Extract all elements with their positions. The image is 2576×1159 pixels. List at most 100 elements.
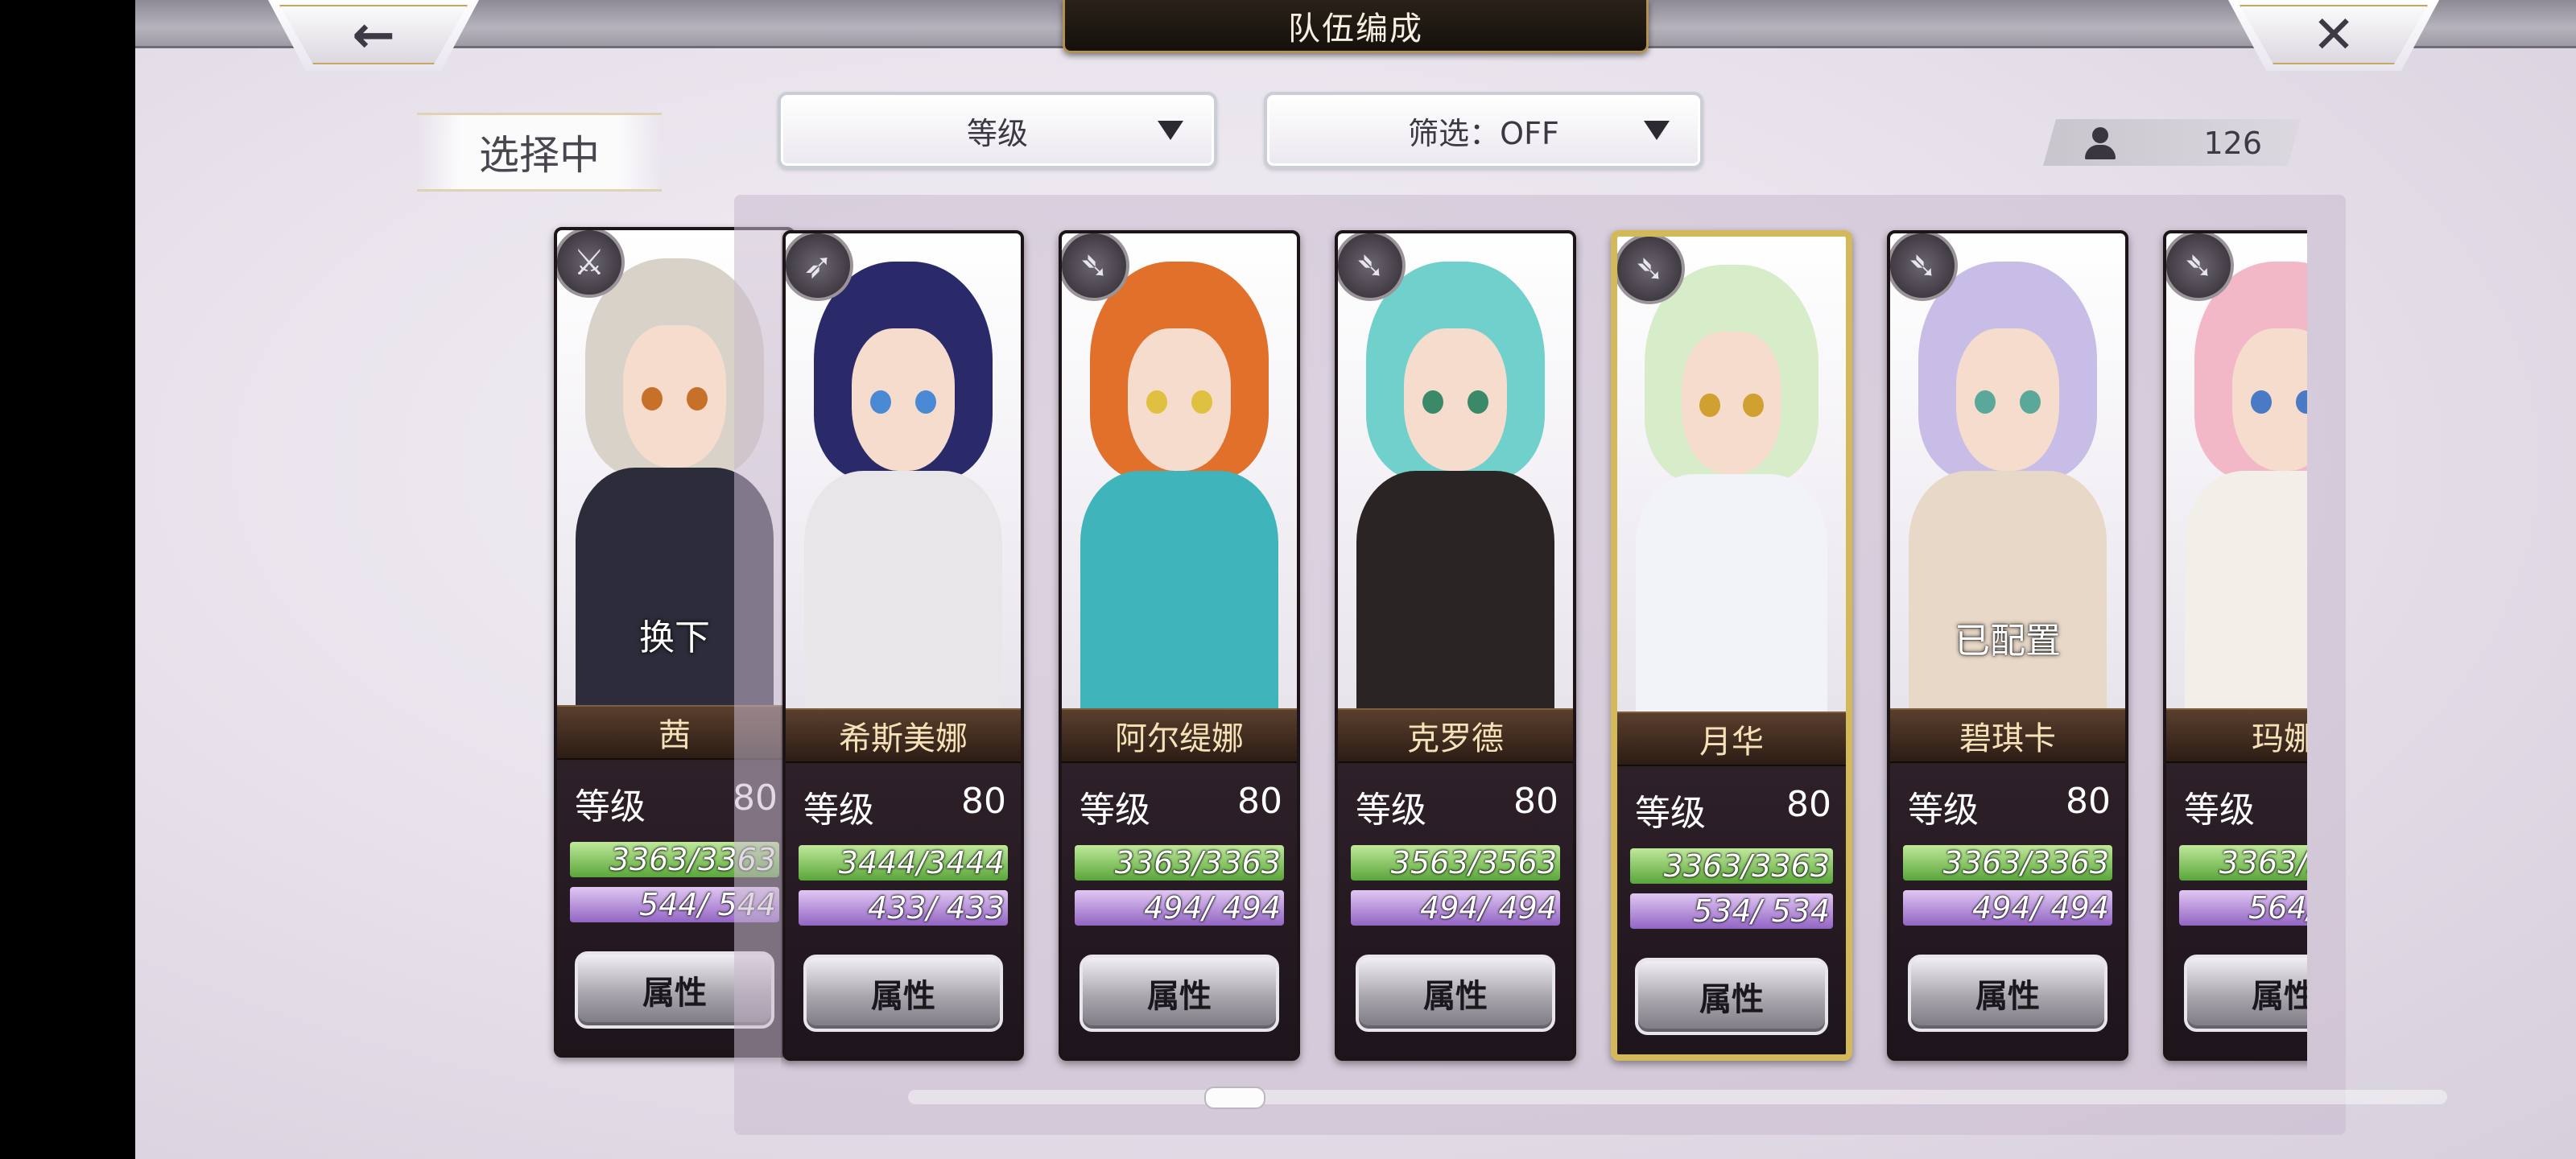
portrait-body (2185, 471, 2307, 708)
unit-card[interactable]: ➴ 玛娜等级80 3363/3363 564/ 564 属性 (2163, 230, 2307, 1061)
unit-card[interactable]: ➴ 克罗德 等级 80 3563/3563 494/ 494 属性 (1335, 230, 1576, 1061)
level-value: 80 (961, 781, 1006, 822)
bow-class-icon: ➴ (2166, 233, 2234, 301)
hp-bar: 3444/3444 (799, 845, 1008, 881)
character-portrait (1338, 233, 1573, 708)
attribute-button[interactable]: 属性 (803, 955, 1003, 1032)
attribute-button[interactable]: 属性 (1908, 955, 2107, 1032)
unit-name: 阿尔缇娜 (1062, 708, 1297, 763)
level-value: 80 (1513, 781, 1558, 822)
attribute-button[interactable]: 属性 (1080, 955, 1279, 1032)
unit-stats: 等级 80 3363/3363 534/ 534 属性 (1617, 768, 1846, 1054)
portrait-eye (686, 386, 708, 411)
hp-bar: 3363/3363 (2179, 845, 2307, 881)
level-label: 等级 (575, 786, 646, 827)
level-label: 等级 (2184, 790, 2255, 831)
team-formation-screen: ← ✕ 队伍编成 选择中 等级 筛选：OFF 126 ⚔换下茜等级803363/… (135, 0, 2576, 1159)
portrait-face (1955, 328, 2060, 471)
portrait-eye (1467, 390, 1488, 415)
portrait-face (1403, 328, 1508, 471)
attribute-button[interactable]: 属性 (1356, 955, 1555, 1032)
level-label: 等级 (803, 790, 874, 831)
filter-dropdown-label: 筛选：OFF (1408, 115, 1559, 151)
bow-class-icon: ➴ (1338, 233, 1406, 301)
level-value: 80 (2066, 781, 2111, 822)
mp-bar: 564/ 564 (2179, 890, 2307, 926)
level-value: 80 (1786, 784, 1831, 825)
level-row: 等级80 (2184, 781, 2307, 831)
hp-bar: 3363/3363 (1075, 845, 1284, 881)
chevron-down-icon (1644, 121, 1670, 140)
portrait-eye (2019, 390, 2041, 415)
unit-name: 碧琪卡 (1890, 708, 2125, 763)
unit-count-badge: 126 (2043, 119, 2301, 166)
portrait-face (1681, 332, 1782, 474)
character-portrait (1617, 237, 1846, 711)
level-label: 等级 (1356, 790, 1426, 831)
scrollbar-thumb[interactable] (1204, 1087, 1265, 1109)
character-portrait (786, 233, 1021, 708)
level-row: 等级 80 (1908, 781, 2111, 831)
sword-class-icon: ⚔ (557, 230, 625, 298)
portrait-eye (914, 390, 936, 415)
portrait-body (1356, 471, 1554, 708)
portrait-body (1635, 474, 1828, 711)
unit-card[interactable]: ➴ 阿尔缇娜 等级 80 3363/3363 494/ 494 属性 (1059, 230, 1300, 1061)
level-row: 等级 80 (1635, 784, 1831, 834)
mp-bar: 534/ 534 (1630, 893, 1833, 929)
portrait-face (1127, 328, 1232, 471)
unit-name: 克罗德 (1338, 708, 1573, 763)
hp-bar: 3363/3363 (1903, 845, 2112, 881)
page-title: 队伍编成 (1063, 0, 1649, 53)
person-icon (2085, 127, 2116, 159)
portrait-eye (1699, 393, 1720, 418)
back-arrow-icon: ← (352, 6, 395, 65)
scrollbar-track[interactable] (908, 1090, 2447, 1104)
unit-card[interactable]: ➴ 月华等级 80 3363/3363 534/ 534 属性 (1611, 230, 1852, 1061)
sort-dropdown-label: 等级 (966, 115, 1028, 151)
level-label: 等级 (1908, 790, 1979, 831)
level-row: 等级 80 (1356, 781, 1558, 831)
attribute-button[interactable]: 属性 (1635, 958, 1828, 1035)
unit-name: 玛娜 (2166, 708, 2307, 763)
close-icon: ✕ (2312, 6, 2355, 65)
unit-name: 希斯美娜 (786, 708, 1021, 763)
unit-card[interactable]: ➴ 已配置碧琪卡等级 80 3363/3363 494/ 494 属性 (1887, 230, 2128, 1061)
back-button[interactable]: ← (268, 0, 479, 71)
mp-bar: 494/ 494 (1903, 890, 2112, 926)
portrait-body (804, 471, 1002, 708)
unit-card[interactable]: ➶ 希斯美娜等级 80 3444/3444 433/ 433 属性 (782, 230, 1024, 1061)
bow-class-icon: ➴ (1062, 233, 1129, 301)
character-portrait (2166, 233, 2307, 708)
unit-stats: 等级 80 3363/3363 494/ 494 属性 (1062, 765, 1297, 1058)
selecting-label: 选择中 (417, 113, 662, 192)
mp-bar: 433/ 433 (799, 890, 1008, 926)
unit-name: 月华 (1617, 711, 1846, 766)
unit-stats: 等级 80 3563/3563 494/ 494 属性 (1338, 765, 1573, 1058)
mp-bar: 494/ 494 (1075, 890, 1284, 926)
sort-dropdown[interactable]: 等级 (778, 92, 1217, 169)
card-status-overlay: 换下 (639, 617, 710, 658)
level-value: 80 (1237, 781, 1282, 822)
bow-class-icon: ➴ (1890, 233, 1958, 301)
spear-class-icon: ➶ (786, 233, 853, 301)
level-row: 等级 80 (803, 781, 1006, 831)
portrait-eye (1191, 390, 1212, 415)
portrait-body (1080, 471, 1278, 708)
unit-count: 126 (2203, 126, 2262, 161)
unit-list[interactable]: ➶ 希斯美娜 等级 80 3444/3444 433/ 433 属性 ➴ 阿尔缇娜 等级 80 336… (781, 219, 2307, 1072)
unit-stats: 等级 80 3444/3444 433/ 433 属性 (786, 765, 1021, 1058)
portrait-body (1909, 471, 2107, 708)
character-portrait (1062, 233, 1297, 708)
bow-class-icon: ➴ (1617, 237, 1685, 304)
attribute-button[interactable]: 属性 (2184, 955, 2307, 1032)
unit-stats: 等级80 3363/3363 564/ 564 属性 (2166, 765, 2307, 1058)
level-label: 等级 (1635, 793, 1706, 834)
portrait-face (622, 325, 727, 468)
hp-bar: 3363/3363 (1630, 848, 1833, 884)
filter-dropdown[interactable]: 筛选：OFF (1264, 92, 1703, 169)
portrait-eye (1743, 393, 1764, 418)
unit-stats: 等级 80 3363/3363 494/ 494 属性 (1890, 765, 2125, 1058)
close-button[interactable]: ✕ (2228, 0, 2439, 71)
card-status-overlay: 已配置 (1955, 621, 2061, 662)
